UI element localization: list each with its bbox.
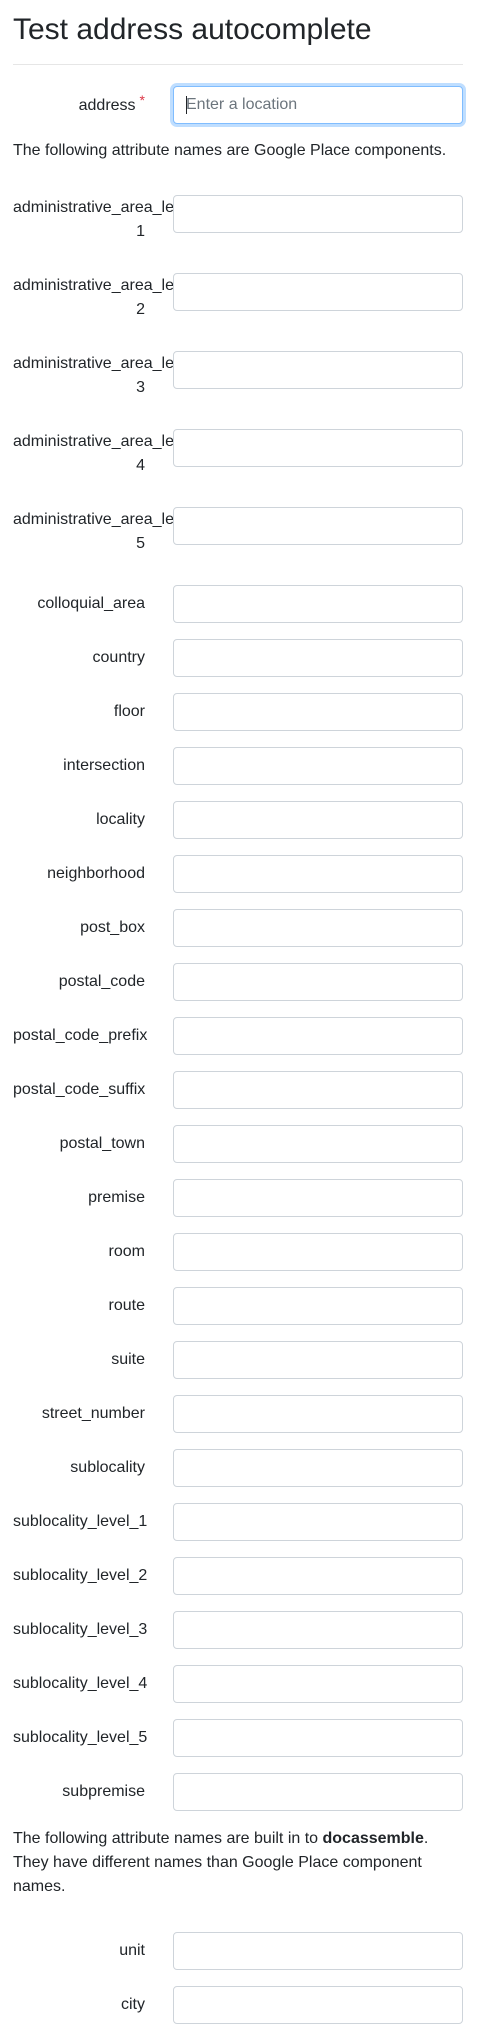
builtin-label-city: city	[121, 1996, 145, 2013]
title-divider	[13, 64, 463, 65]
google-input-subpremise[interactable]	[173, 1773, 463, 1811]
google-label-administrative_area_level_5: administrative_area_level_ 5	[13, 511, 204, 552]
google-components-note: The following attribute names are Google…	[13, 142, 447, 159]
page-title: Test address autocomplete	[13, 13, 372, 46]
google-label-suite: suite	[111, 1351, 145, 1368]
address-label: address *	[78, 92, 145, 114]
google-label-sublocality_level_5: sublocality_level_5	[13, 1729, 148, 1746]
google-input-suite[interactable]	[173, 1341, 463, 1379]
google-label-post_box: post_box	[80, 919, 145, 936]
google-input-postal_code_prefix[interactable]	[173, 1017, 463, 1055]
google-input-premise[interactable]	[173, 1179, 463, 1217]
builtin-input-city[interactable]	[173, 1986, 463, 2024]
google-label-administrative_area_level_4: administrative_area_level_ 4	[13, 433, 204, 474]
google-input-room[interactable]	[173, 1233, 463, 1271]
google-input-route[interactable]	[173, 1287, 463, 1325]
google-input-post_box[interactable]	[173, 909, 463, 947]
google-input-postal_town[interactable]	[173, 1125, 463, 1163]
google-input-sublocality_level_4[interactable]	[173, 1665, 463, 1703]
google-input-colloquial_area[interactable]	[173, 585, 463, 623]
google-label-postal_code: postal_code	[58, 973, 145, 990]
google-label-colloquial_area: colloquial_area	[37, 595, 145, 612]
google-label-locality: locality	[96, 811, 145, 828]
google-label-sublocality_level_3: sublocality_level_3	[13, 1621, 148, 1638]
google-label-room: room	[108, 1243, 145, 1260]
google-input-postal_code_suffix[interactable]	[173, 1071, 463, 1109]
google-input-administrative_area_level_5[interactable]	[173, 507, 463, 545]
required-marker: *	[139, 92, 145, 108]
builtin-input-unit[interactable]	[173, 1932, 463, 1970]
builtin-label-unit: unit	[119, 1942, 145, 1959]
google-label-sublocality_level_2: sublocality_level_2	[13, 1567, 148, 1584]
google-label-postal_code_prefix: postal_code_prefix	[13, 1027, 148, 1044]
google-input-floor[interactable]	[173, 693, 463, 731]
google-input-locality[interactable]	[173, 801, 463, 839]
google-input-administrative_area_level_3[interactable]	[173, 351, 463, 389]
docassemble-name: docassemble	[322, 1830, 424, 1847]
google-label-neighborhood: neighborhood	[47, 865, 145, 882]
google-label-premise: premise	[88, 1189, 145, 1206]
google-input-sublocality_level_3[interactable]	[173, 1611, 463, 1649]
address-input[interactable]	[173, 86, 463, 124]
google-label-sublocality: sublocality	[70, 1459, 145, 1476]
google-label-country: country	[92, 649, 145, 666]
google-input-street_number[interactable]	[173, 1395, 463, 1433]
google-label-postal_code_suffix: postal_code_suffix	[13, 1081, 146, 1098]
google-label-intersection: intersection	[63, 757, 145, 774]
google-label-administrative_area_level_2: administrative_area_level_ 2	[13, 277, 204, 318]
google-input-sublocality_level_1[interactable]	[173, 1503, 463, 1541]
google-label-sublocality_level_1: sublocality_level_1	[13, 1513, 148, 1530]
google-label-street_number: street_number	[41, 1405, 145, 1422]
text-caret	[186, 96, 187, 114]
google-label-administrative_area_level_1: administrative_area_level_ 1	[13, 199, 204, 240]
google-label-sublocality_level_4: sublocality_level_4	[13, 1675, 148, 1692]
google-input-country[interactable]	[173, 639, 463, 677]
google-input-neighborhood[interactable]	[173, 855, 463, 893]
google-input-postal_code[interactable]	[173, 963, 463, 1001]
google-input-sublocality_level_5[interactable]	[173, 1719, 463, 1757]
google-label-administrative_area_level_3: administrative_area_level_ 3	[13, 355, 204, 396]
google-label-route: route	[108, 1297, 145, 1314]
google-label-floor: floor	[113, 703, 145, 720]
google-input-administrative_area_level_4[interactable]	[173, 429, 463, 467]
google-input-administrative_area_level_2[interactable]	[173, 273, 463, 311]
google-label-postal_town: postal_town	[59, 1135, 145, 1152]
google-input-intersection[interactable]	[173, 747, 463, 785]
google-input-administrative_area_level_1[interactable]	[173, 195, 463, 233]
builtin-components-note: The following attribute names are built …	[13, 1830, 429, 1895]
google-input-sublocality[interactable]	[173, 1449, 463, 1487]
google-label-subpremise: subpremise	[62, 1783, 145, 1800]
google-input-sublocality_level_2[interactable]	[173, 1557, 463, 1595]
